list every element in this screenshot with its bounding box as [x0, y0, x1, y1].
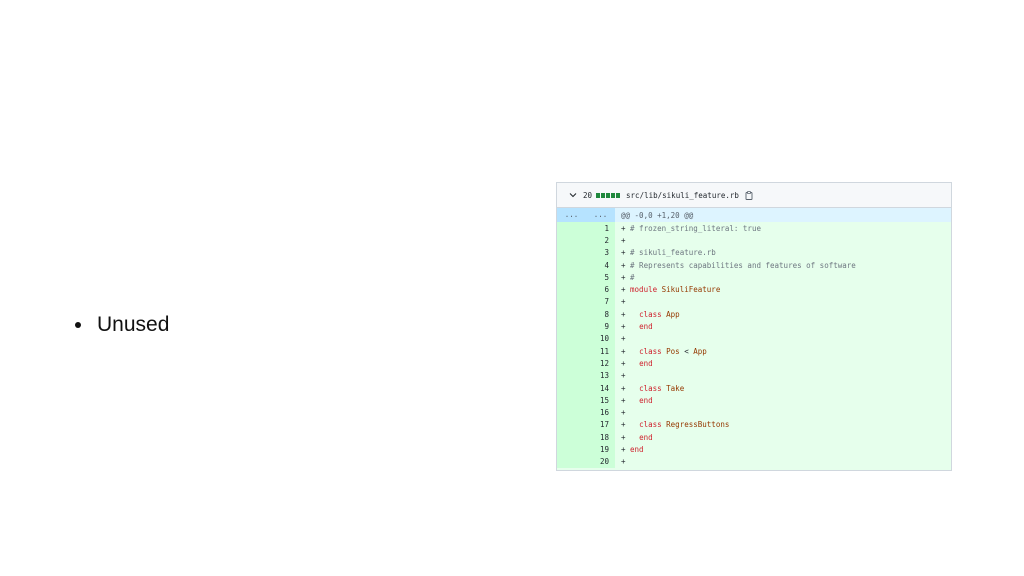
line-number[interactable]: 9 [557, 320, 615, 333]
line-number[interactable]: 13 [557, 369, 615, 382]
diff-line: 4 + # Represents capabilities and feature… [557, 258, 951, 272]
diff-line: 3 + # sikuli_feature.rb [557, 246, 951, 259]
diff-line: 12 + end [557, 357, 951, 370]
diffstat-blocks [596, 192, 621, 198]
diff-line: 14 + class Take [557, 381, 951, 395]
line-code: + end [621, 432, 653, 442]
diff-line: 10 + [557, 332, 951, 345]
diff-line: 18 + end [557, 431, 951, 444]
copy-icon[interactable] [745, 190, 753, 200]
chevron-down-icon[interactable] [569, 192, 578, 198]
line-number[interactable]: 3 [557, 246, 615, 259]
line-number[interactable]: 18 [557, 431, 615, 444]
line-number[interactable]: 4 [557, 258, 615, 272]
line-code: + # [621, 272, 635, 282]
line-code: + # sikuli_feature.rb [621, 248, 716, 258]
line-code: + # Represents capabilities and features… [621, 260, 856, 270]
line-code: + # frozen_string_literal: true [621, 223, 761, 233]
diff-line: 19 + end [557, 443, 951, 456]
diff-line: 1 + # frozen_string_literal: true [557, 222, 951, 235]
line-number[interactable]: 11 [557, 344, 615, 358]
line-code: + [621, 408, 631, 418]
hunk-header-text: @@ -0,0 +1,20 @@ [621, 210, 694, 220]
line-number[interactable]: 1 [557, 222, 615, 235]
line-number[interactable]: 16 [557, 406, 615, 419]
diff-line: 16 + [557, 406, 951, 419]
line-code: + [621, 297, 631, 307]
line-number[interactable]: 2 [557, 234, 615, 247]
diff-line: 15 + end [557, 394, 951, 407]
line-code: + class Take [621, 383, 685, 393]
diff-line: 6 + module SikuliFeature [557, 283, 951, 296]
expand-controls[interactable]: ... ... [557, 208, 615, 222]
line-number[interactable]: 19 [557, 443, 615, 456]
line-number[interactable]: 20 [557, 455, 615, 468]
line-code: + [621, 235, 631, 245]
line-code: + class RegressButtons [621, 420, 730, 430]
diff-line: 13 + [557, 369, 951, 382]
diff-line: 11 + class Pos < App [557, 344, 951, 358]
diff-line: 2 + [557, 234, 951, 247]
diff-file-header: 20 src/lib/sikuli_feature.rb [557, 183, 951, 208]
line-number[interactable]: 14 [557, 381, 615, 395]
hunk-header-row: ... ... @@ -0,0 +1,20 @@ [557, 208, 951, 222]
slide-bullet-item: Unused [72, 313, 169, 337]
file-path-link[interactable]: src/lib/sikuli_feature.rb [626, 191, 739, 200]
diff-line: 7 + [557, 295, 951, 309]
diff-line: 5 + # [557, 271, 951, 284]
diff-line: 17 + class RegressButtons [557, 418, 951, 432]
diff-line: 20 + [557, 455, 951, 468]
line-code: + end [621, 358, 653, 368]
line-code: + [621, 457, 631, 467]
line-number[interactable]: 7 [557, 295, 615, 309]
line-number[interactable]: 17 [557, 418, 615, 432]
line-number[interactable]: 15 [557, 394, 615, 407]
line-number[interactable]: 10 [557, 332, 615, 345]
bullet-text: Unused [97, 313, 170, 336]
line-number[interactable]: 12 [557, 357, 615, 370]
line-code: + [621, 334, 631, 344]
expand-left[interactable]: ... [557, 208, 586, 222]
line-code: + module SikuliFeature [621, 285, 721, 295]
diff-file-panel: 20 src/lib/sikuli_feature.rb ... ... @@ … [556, 182, 952, 471]
diff-lines: 1 + # frozen_string_literal: true 2 + 3 + # … [557, 222, 951, 468]
line-code: + class App [621, 309, 680, 319]
line-number[interactable]: 5 [557, 271, 615, 284]
line-code: + class Pos < App [621, 346, 707, 356]
diff-change-count: 20 [583, 190, 593, 200]
bullet-dot [75, 322, 81, 328]
diff-line: 9 + end [557, 320, 951, 333]
line-number[interactable]: 8 [557, 308, 615, 321]
line-code: + end [621, 444, 644, 454]
line-code: + end [621, 395, 653, 405]
line-number[interactable]: 6 [557, 283, 615, 296]
line-code: + end [621, 322, 653, 332]
line-code: + [621, 371, 631, 381]
expand-right[interactable]: ... [586, 208, 615, 222]
diff-line: 8 + class App [557, 308, 951, 321]
